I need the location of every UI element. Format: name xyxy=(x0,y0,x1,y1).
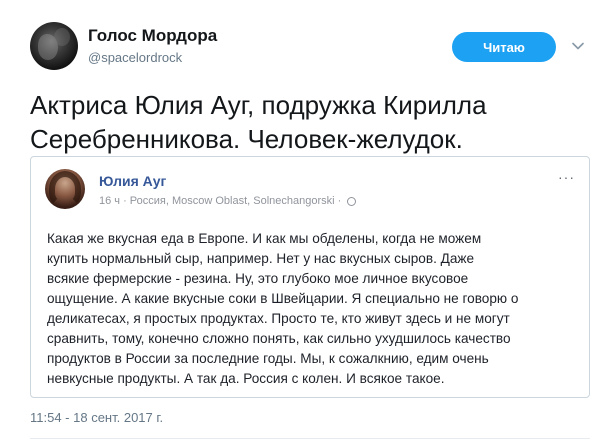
chevron-down-icon[interactable] xyxy=(570,38,586,54)
embedded-post-body: Какая же вкусная еда в Европе. И как мы … xyxy=(47,229,577,389)
author-name[interactable]: Голос Мордора xyxy=(88,26,217,46)
embedded-post-meta-text: 16 ч · Россия, Moscow Oblast, Solnechang… xyxy=(99,195,342,207)
embedded-author-name: Юлия Ауг xyxy=(99,173,167,189)
more-options-icon: ··· xyxy=(558,169,575,185)
embedded-author-avatar xyxy=(45,169,85,209)
embedded-post-line: Какая же вкусная еда в Европе. И как мы … xyxy=(47,231,482,246)
embedded-post-line: невкусные продукты. А так да. Россия с к… xyxy=(47,371,445,386)
following-button[interactable]: Читаю xyxy=(452,32,556,62)
embedded-post-line: продуктов в России за последние годы. Мы… xyxy=(47,351,489,366)
embedded-post-line: купить нормальный сыр, например. Нет у н… xyxy=(47,251,475,266)
divider xyxy=(30,438,590,439)
embedded-post-line: всякие фермерские - резина. Ну, это глуб… xyxy=(47,271,469,286)
embedded-post-line: сравнить, тому, конечно сложно понять, к… xyxy=(47,331,511,346)
embedded-post-line: ощущение. А какие вкусные соки в Швейцар… xyxy=(47,291,519,306)
embedded-post-screenshot: Юлия Ауг 16 ч · Россия, Moscow Oblast, S… xyxy=(30,156,590,398)
embedded-post-meta: 16 ч · Россия, Moscow Oblast, Solnechang… xyxy=(99,195,357,207)
globe-icon xyxy=(347,196,357,206)
tweet-text: Актриса Юлия Ауг, подружка Кирилла Сереб… xyxy=(30,90,487,154)
tweet-container: Голос Мордора @spacelordrock Читаю Актри… xyxy=(0,0,614,444)
tweet-timestamp[interactable]: 11:54 - 18 сент. 2017 г. xyxy=(30,410,163,425)
embedded-post-line: деликатесах, я простых продуктах. Просто… xyxy=(47,311,510,326)
author-avatar[interactable] xyxy=(30,22,78,70)
author-handle[interactable]: @spacelordrock xyxy=(88,50,182,65)
